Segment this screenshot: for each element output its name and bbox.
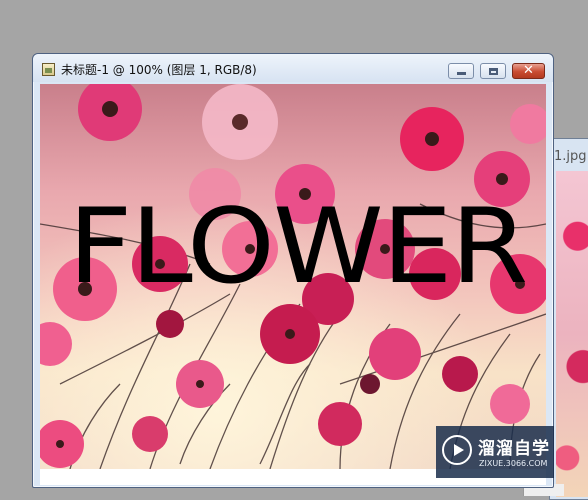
document-window[interactable]: 未标题-1 @ 100% (图层 1, RGB/8) ✕ FLOWER (32, 53, 554, 488)
window-title: 未标题-1 @ 100% (图层 1, RGB/8) (61, 63, 257, 77)
title-bar[interactable]: 未标题-1 @ 100% (图层 1, RGB/8) ✕ (33, 54, 553, 82)
watermark-name: 溜溜自学 (478, 439, 550, 459)
play-logo-icon (442, 435, 472, 465)
background-document-window[interactable]: 1.jpg @ (549, 138, 588, 500)
watermark: 溜溜自学 ZIXUE.3066.COM (436, 426, 554, 478)
background-window-title[interactable]: 1.jpg @ (554, 149, 588, 164)
maximize-icon (488, 67, 498, 75)
minimize-icon (456, 72, 466, 75)
document-icon[interactable] (42, 63, 55, 76)
minimize-button[interactable] (448, 63, 474, 79)
image-canvas[interactable]: FLOWER (40, 84, 546, 469)
watermark-url: ZIXUE.3066.COM (479, 459, 548, 468)
background-canvas (556, 171, 588, 497)
flower-text-layer[interactable]: FLOWER (68, 192, 528, 302)
close-button[interactable]: ✕ (512, 63, 545, 79)
close-icon: ✕ (523, 63, 534, 78)
maximize-button[interactable] (480, 63, 506, 79)
